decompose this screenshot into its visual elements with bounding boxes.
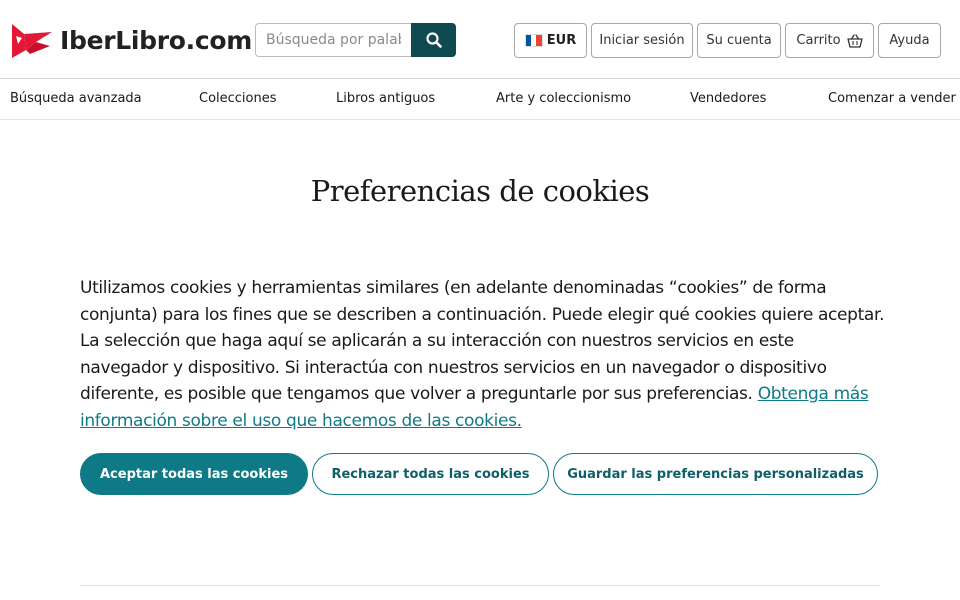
cart-button[interactable]: Carrito bbox=[785, 23, 874, 58]
search-bar bbox=[255, 23, 456, 57]
site-logo[interactable]: IberLibro.com bbox=[10, 20, 252, 60]
nav-item-rare-books[interactable]: Libros antiguos bbox=[336, 91, 435, 106]
search-icon bbox=[425, 32, 442, 48]
search-button[interactable] bbox=[411, 23, 456, 57]
site-header: IberLibro.com EUR Iniciar sesión Su cuen… bbox=[0, 0, 960, 79]
reject-all-cookies-button[interactable]: Rechazar todas las cookies bbox=[312, 453, 549, 495]
basket-icon bbox=[846, 33, 863, 48]
nav-item-sellers[interactable]: Vendedores bbox=[690, 91, 766, 106]
section-divider bbox=[80, 585, 880, 586]
save-custom-preferences-button[interactable]: Guardar las preferencias personalizadas bbox=[553, 453, 878, 495]
logo-text: IberLibro.com bbox=[60, 25, 253, 55]
currency-selector[interactable]: EUR bbox=[514, 23, 587, 58]
page-title: Preferencias de cookies bbox=[310, 174, 650, 208]
cart-label: Carrito bbox=[796, 33, 841, 48]
main-nav: Búsqueda avanzada Colecciones Libros ant… bbox=[0, 79, 960, 120]
help-button[interactable]: Ayuda bbox=[878, 23, 941, 58]
nav-item-art-collectibles[interactable]: Arte y coleccionismo bbox=[496, 91, 631, 106]
nav-item-collections[interactable]: Colecciones bbox=[199, 91, 277, 106]
account-button[interactable]: Su cuenta bbox=[697, 23, 781, 58]
nav-item-start-selling[interactable]: Comenzar a vender bbox=[828, 91, 956, 106]
nav-item-advanced-search[interactable]: Búsqueda avanzada bbox=[10, 91, 142, 106]
search-input[interactable] bbox=[255, 23, 411, 57]
bird-logo-icon bbox=[12, 24, 52, 58]
france-flag-icon bbox=[524, 34, 543, 47]
cookie-description: Utilizamos cookies y herramientas simila… bbox=[80, 275, 885, 434]
accept-all-cookies-button[interactable]: Aceptar todas las cookies bbox=[80, 453, 308, 495]
currency-label: EUR bbox=[546, 33, 577, 48]
login-button[interactable]: Iniciar sesión bbox=[591, 23, 693, 58]
